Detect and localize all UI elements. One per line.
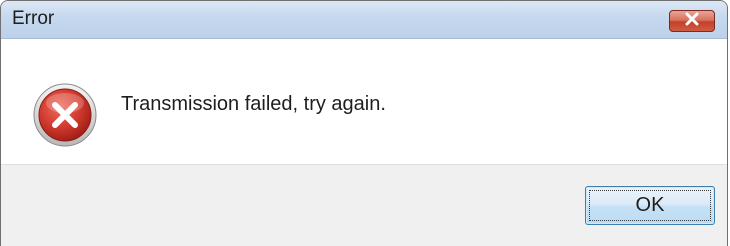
ok-button-label: OK xyxy=(635,194,665,216)
close-button[interactable] xyxy=(669,10,715,32)
error-dialog: Error Transmission failed, try again. OK xyxy=(0,0,728,246)
button-bar: OK xyxy=(1,165,727,246)
dialog-content: Transmission failed, try again. xyxy=(1,39,727,165)
title-bar[interactable]: Error xyxy=(1,1,727,39)
ok-button[interactable]: OK xyxy=(585,186,715,225)
error-icon xyxy=(32,82,98,148)
window-title: Error xyxy=(12,8,55,29)
close-icon xyxy=(683,12,701,31)
error-message: Transmission failed, try again. xyxy=(121,93,386,115)
